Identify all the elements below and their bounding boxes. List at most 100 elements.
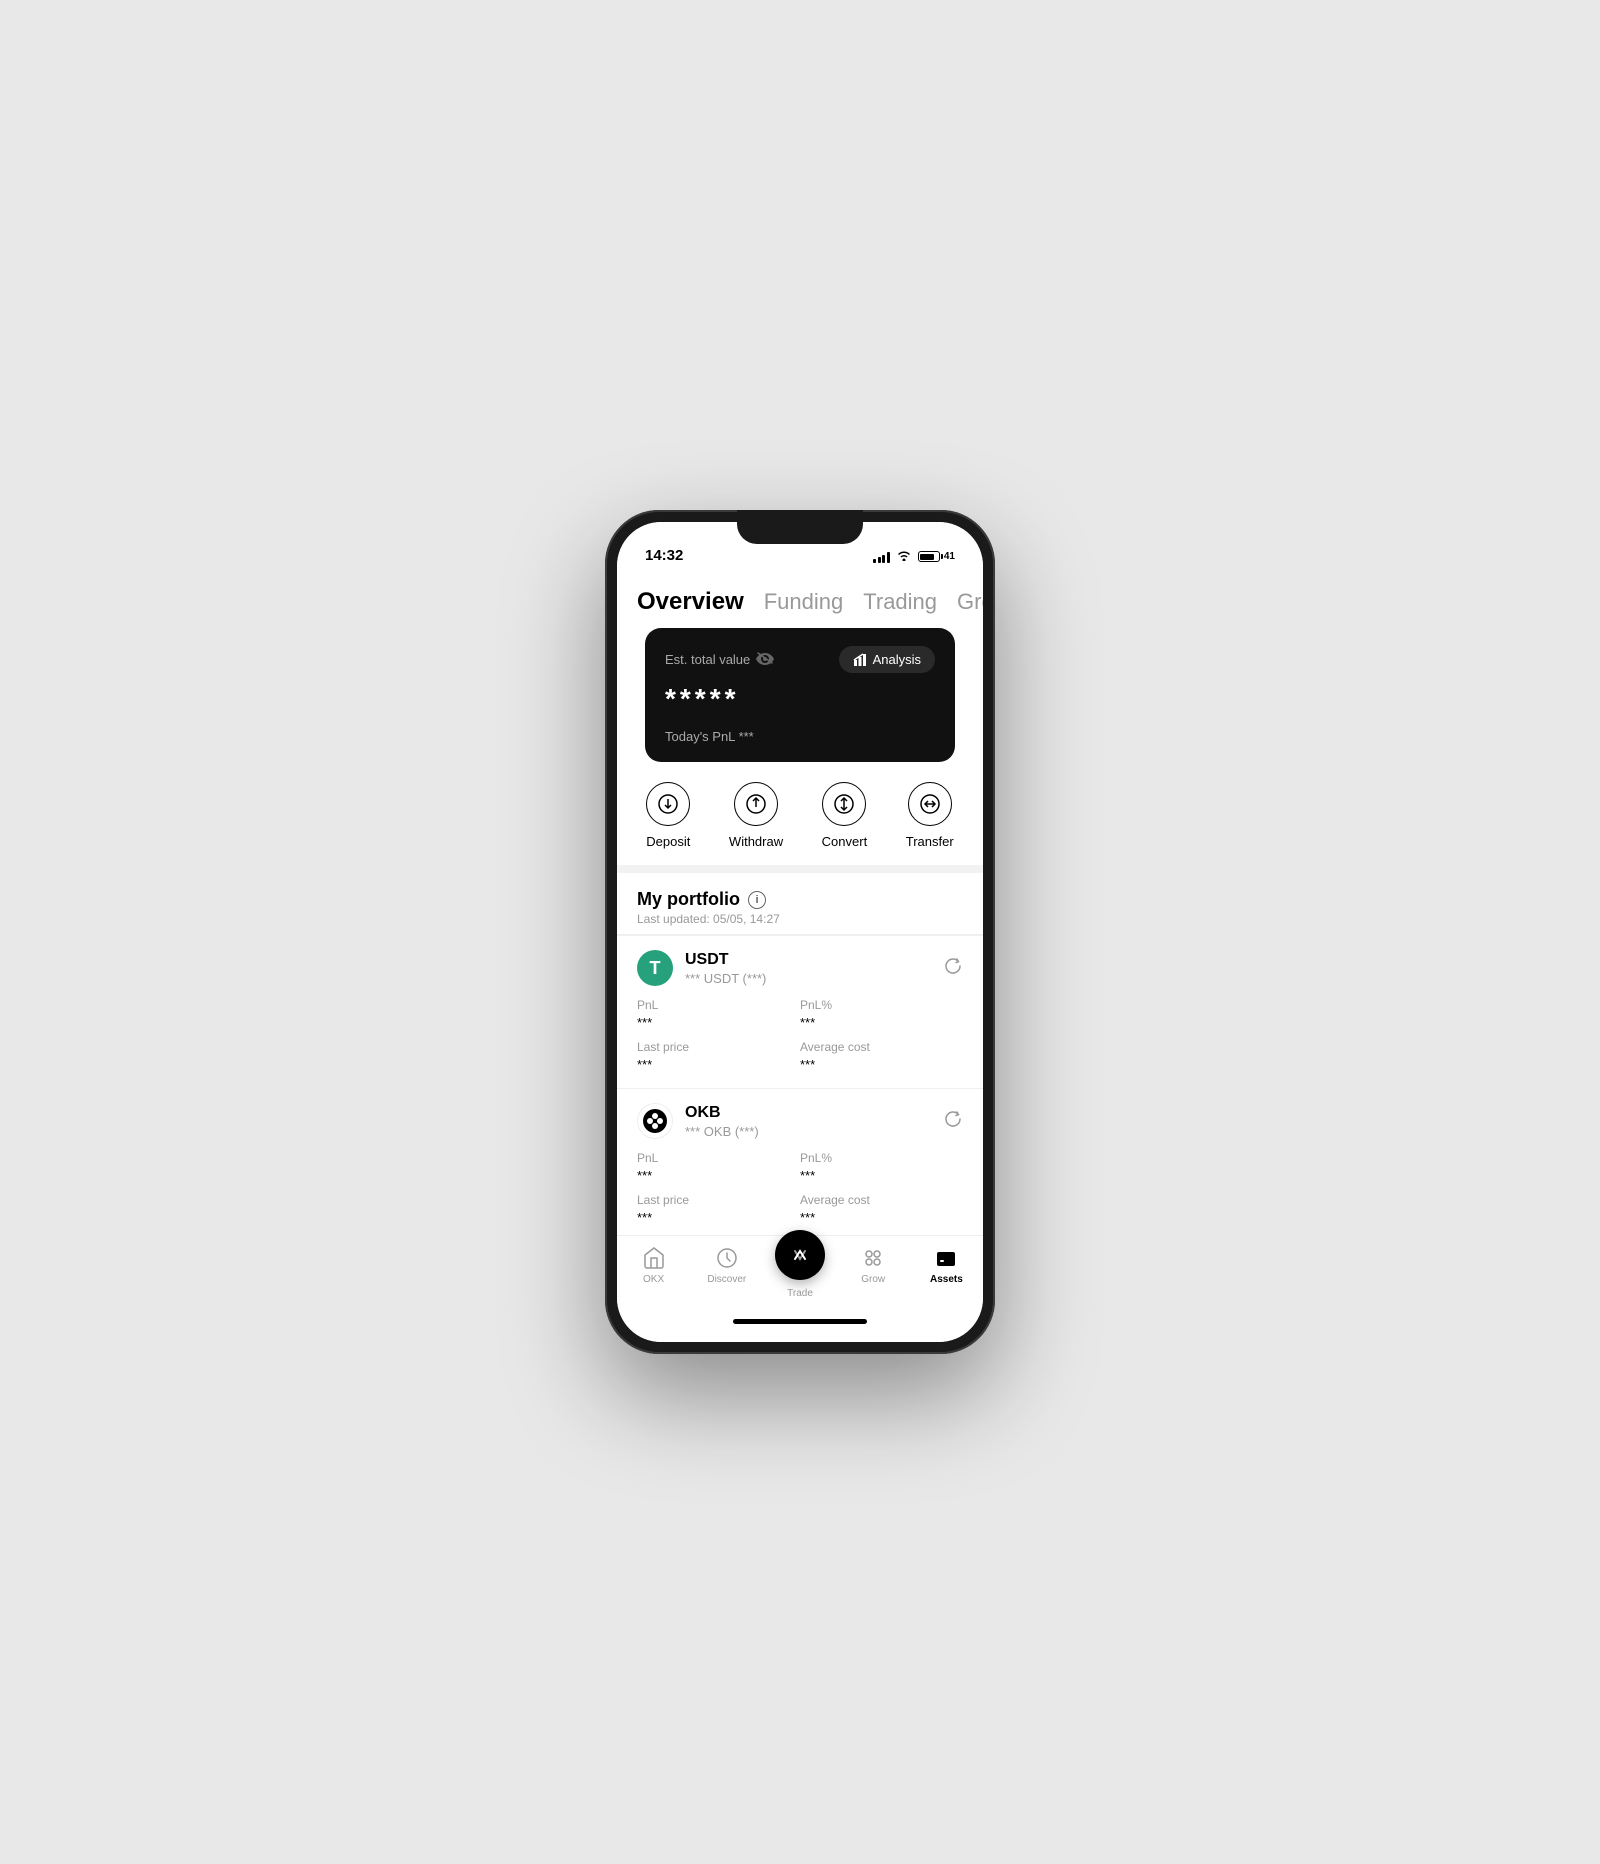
- portfolio-title-row: My portfolio i: [637, 889, 963, 910]
- okb-left: OKB *** OKB (***): [637, 1103, 759, 1139]
- trade-button[interactable]: [775, 1230, 825, 1280]
- withdraw-action[interactable]: Withdraw: [729, 782, 783, 849]
- deposit-label: Deposit: [646, 834, 690, 849]
- pnl-label: Today's PnL: [665, 729, 735, 744]
- phone-screen: 14:32 41: [617, 522, 983, 1342]
- action-row: Deposit Withdraw: [617, 762, 983, 865]
- tab-funding[interactable]: Funding: [764, 589, 844, 615]
- okb-pnlpct-value: ***: [800, 1168, 963, 1183]
- usdt-pnl-value: ***: [637, 1015, 800, 1030]
- nav-grow[interactable]: Grow: [837, 1246, 910, 1285]
- analysis-button[interactable]: Analysis: [839, 646, 935, 673]
- balance-header: Est. total value: [665, 646, 935, 673]
- signal-icon: [873, 551, 890, 563]
- assets-icon: [934, 1246, 958, 1270]
- okb-lastprice-item: Last price ***: [637, 1193, 800, 1225]
- okb-refresh-icon[interactable]: [943, 1109, 963, 1134]
- pnl-row: Today's PnL ***: [665, 729, 935, 744]
- okb-avgcost-item: Average cost ***: [800, 1193, 963, 1225]
- okb-avgcost-value: ***: [800, 1210, 963, 1225]
- okb-lastprice-label: Last price: [637, 1193, 800, 1207]
- nav-trade[interactable]: Trade: [763, 1246, 836, 1299]
- nav-assets-label: Assets: [930, 1274, 963, 1285]
- okb-details: PnL *** PnL% *** Last price *** Average …: [637, 1151, 963, 1225]
- hide-balance-icon[interactable]: [756, 651, 774, 668]
- portfolio-info-icon[interactable]: i: [748, 891, 766, 909]
- nav-discover-label: Discover: [707, 1274, 746, 1285]
- okb-pnlpct-item: PnL% ***: [800, 1151, 963, 1183]
- usdt-left: T USDT *** USDT (***): [637, 950, 766, 986]
- nav-assets[interactable]: Assets: [910, 1246, 983, 1285]
- usdt-header: T USDT *** USDT (***): [637, 950, 963, 986]
- nav-tabs: Overview Funding Trading Grow: [617, 572, 983, 628]
- scroll-content[interactable]: Overview Funding Trading Grow Est. total…: [617, 572, 983, 1235]
- phone-frame: 14:32 41: [605, 510, 995, 1354]
- usdt-symbol: USDT: [685, 951, 766, 969]
- withdraw-icon: [734, 782, 778, 826]
- usdt-info: USDT *** USDT (***): [685, 951, 766, 986]
- balance-amount: *****: [665, 683, 935, 715]
- usdt-lastprice-label: Last price: [637, 1040, 800, 1054]
- wifi-icon: [896, 549, 912, 564]
- usdt-refresh-icon[interactable]: [943, 956, 963, 981]
- okb-pnl-label: PnL: [637, 1151, 800, 1165]
- deposit-icon: [646, 782, 690, 826]
- usdt-details: PnL *** PnL% *** Last price *** Average …: [637, 998, 963, 1072]
- okb-lastprice-value: ***: [637, 1210, 800, 1225]
- usdt-pnlpct-label: PnL%: [800, 998, 963, 1012]
- usdt-avgcost-item: Average cost ***: [800, 1040, 963, 1072]
- deposit-action[interactable]: Deposit: [646, 782, 690, 849]
- portfolio-section: My portfolio i Last updated: 05/05, 14:2…: [617, 873, 983, 935]
- asset-item-okb[interactable]: OKB *** OKB (***) PnL ***: [617, 1088, 983, 1235]
- usdt-pnl-label: PnL: [637, 998, 800, 1012]
- nav-grow-label: Grow: [861, 1274, 885, 1285]
- usdt-pnl-item: PnL ***: [637, 998, 800, 1030]
- convert-icon: [822, 782, 866, 826]
- est-total-label: Est. total value: [665, 652, 750, 667]
- grow-icon: [861, 1246, 885, 1270]
- tab-overview[interactable]: Overview: [637, 588, 744, 616]
- analysis-label: Analysis: [873, 652, 921, 667]
- transfer-action[interactable]: Transfer: [906, 782, 954, 849]
- home-icon: [642, 1246, 666, 1270]
- asset-item-usdt[interactable]: T USDT *** USDT (***): [617, 935, 983, 1088]
- okb-amount: *** OKB (***): [685, 1124, 759, 1139]
- transfer-icon: [908, 782, 952, 826]
- convert-label: Convert: [822, 834, 868, 849]
- status-icons: 41: [873, 549, 955, 564]
- trade-icon: [788, 1243, 812, 1267]
- okb-pnl-item: PnL ***: [637, 1151, 800, 1183]
- convert-action[interactable]: Convert: [822, 782, 868, 849]
- tab-trading[interactable]: Trading: [863, 589, 937, 615]
- usdt-pnlpct-value: ***: [800, 1015, 963, 1030]
- usdt-amount: *** USDT (***): [685, 971, 766, 986]
- transfer-label: Transfer: [906, 834, 954, 849]
- okb-avgcost-label: Average cost: [800, 1193, 963, 1207]
- okb-logo: [637, 1103, 673, 1139]
- usdt-avgcost-label: Average cost: [800, 1040, 963, 1054]
- okb-symbol: OKB: [685, 1104, 759, 1122]
- usdt-pnlpct-item: PnL% ***: [800, 998, 963, 1030]
- nav-trade-label: Trade: [787, 1288, 813, 1299]
- battery-icon: 41: [918, 551, 955, 562]
- pnl-value: ***: [739, 729, 754, 744]
- home-indicator-area: [617, 1315, 983, 1342]
- balance-card: Est. total value: [645, 628, 955, 762]
- usdt-lastprice-value: ***: [637, 1057, 800, 1072]
- nav-okx-label: OKX: [643, 1274, 664, 1285]
- discover-icon: [715, 1246, 739, 1270]
- okb-pnlpct-label: PnL%: [800, 1151, 963, 1165]
- home-indicator: [733, 1319, 867, 1324]
- withdraw-label: Withdraw: [729, 834, 783, 849]
- usdt-lastprice-item: Last price ***: [637, 1040, 800, 1072]
- bottom-nav: OKX Discover Trade: [617, 1235, 983, 1315]
- usdt-avgcost-value: ***: [800, 1057, 963, 1072]
- notch: [737, 510, 863, 544]
- okb-pnl-value: ***: [637, 1168, 800, 1183]
- nav-discover[interactable]: Discover: [690, 1246, 763, 1285]
- okb-header: OKB *** OKB (***): [637, 1103, 963, 1139]
- status-time: 14:32: [645, 547, 683, 564]
- nav-okx[interactable]: OKX: [617, 1246, 690, 1285]
- balance-label-row: Est. total value: [665, 651, 774, 668]
- tab-grow[interactable]: Grow: [957, 589, 983, 615]
